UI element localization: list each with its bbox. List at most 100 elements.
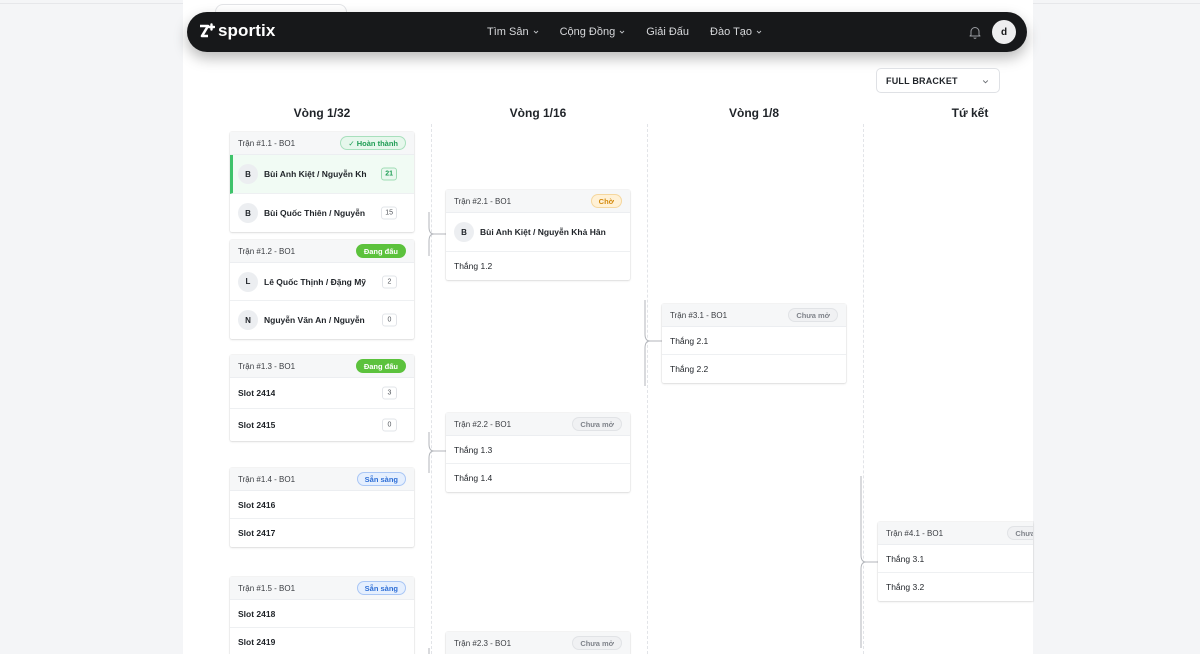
- match-card[interactable]: Trận #2.1 - BO1 Chờ B Bùi Anh Kiệt / Ngu…: [446, 190, 630, 280]
- match-header: Trận #3.1 - BO1 Chưa mở: [662, 304, 846, 327]
- match-card[interactable]: Trận #2.2 - BO1 Chưa mở Thắng 1.3 Thắng …: [446, 413, 630, 492]
- bracket-connector: [428, 648, 430, 654]
- slot-name: Thắng 2.1: [670, 335, 709, 346]
- match-card[interactable]: Trận #2.3 - BO1 Chưa mở: [446, 632, 630, 654]
- match-code: Trận #1.2 - BO1: [238, 246, 296, 256]
- bracket-connector: [428, 432, 446, 473]
- match-header: Trận #1.5 - BO1 Sẵn sàng: [230, 577, 414, 600]
- slot-name: Thắng 1.3: [454, 444, 493, 455]
- player-slot[interactable]: Slot 2415 0: [230, 409, 414, 441]
- slot-name: Slot 2419: [238, 637, 276, 647]
- player-slot[interactable]: Thắng 3.1: [878, 545, 1033, 573]
- match-card[interactable]: Trận #1.1 - BO1 ✓ Hoàn thành B Bùi Anh K…: [230, 132, 414, 232]
- sportix-logo-icon: [200, 23, 215, 38]
- status-badge: Chưa mở: [572, 636, 622, 650]
- match-code: Trận #2.2 - BO1: [454, 419, 512, 429]
- bracket-view-select[interactable]: FULL BRACKET: [876, 68, 1000, 93]
- nav-item-label: Giải Đấu: [646, 26, 690, 38]
- player-slot[interactable]: Slot 2418: [230, 600, 414, 628]
- main-nav: Tìm Sân Cộng Đồng Giải Đấu Đào Tạo: [487, 12, 762, 52]
- slot-name: Slot 2415: [238, 420, 276, 430]
- match-header: Trận #1.1 - BO1 ✓ Hoàn thành: [230, 132, 414, 155]
- nav-item-tim-san[interactable]: Tìm Sân: [487, 26, 539, 38]
- slot-name: Slot 2416: [238, 499, 276, 510]
- player-avatar: N: [238, 310, 258, 330]
- column-divider: [647, 124, 648, 654]
- player-slot[interactable]: Slot 2414 3: [230, 378, 414, 409]
- match-card[interactable]: Trận #1.2 - BO1 Đang đấu L Lê Quốc Thịnh…: [230, 240, 414, 339]
- nav-item-dao-tao[interactable]: Đào Tạo: [710, 26, 762, 38]
- player-name: Nguyễn Văn An / Nguyễn: [264, 315, 365, 325]
- slot-name: Thắng 1.4: [454, 473, 493, 483]
- slot-name: Thắng 3.1: [886, 553, 925, 564]
- column-divider: [431, 124, 432, 654]
- player-name: Lê Quốc Thịnh / Đặng Mỹ: [264, 276, 366, 287]
- bell-icon[interactable]: [967, 24, 983, 40]
- match-code: Trận #3.1 - BO1: [670, 310, 728, 320]
- status-badge: ✓ Hoàn thành: [340, 136, 406, 150]
- slot-name: Thắng 3.2: [886, 582, 925, 592]
- brand-logo[interactable]: sportix: [199, 21, 275, 41]
- player-name: Bùi Anh Kiệt / Nguyễn Khả Hân: [480, 227, 606, 237]
- match-card[interactable]: Trận #3.1 - BO1 Chưa mở Thắng 2.1 Thắng …: [662, 304, 846, 383]
- match-header: Trận #1.4 - BO1 Sẵn sàng: [230, 468, 414, 491]
- player-slot[interactable]: Slot 2419: [230, 628, 414, 654]
- player-avatar: L: [238, 271, 258, 292]
- nav-item-cong-dong[interactable]: Cộng Đồng: [560, 26, 626, 38]
- player-slot[interactable]: Thắng 2.2: [662, 355, 846, 383]
- chevron-down-icon: [619, 30, 625, 34]
- nav-item-label: Tìm Sân: [487, 26, 529, 38]
- slot-name: Slot 2418: [238, 608, 276, 619]
- brand-name: sportix: [218, 21, 276, 40]
- match-code: Trận #4.1 - BO1: [886, 528, 944, 538]
- player-slot[interactable]: B Bùi Anh Kiệt / Nguyễn Khả Hân: [446, 213, 630, 252]
- slot-name: Slot 2414: [238, 388, 276, 398]
- status-badge: Đang đấu: [355, 244, 406, 258]
- player-slot[interactable]: Slot 2416: [230, 491, 414, 519]
- player-name: Bùi Anh Kiệt / Nguyễn Kh: [264, 169, 367, 179]
- match-code: Trận #1.1 - BO1: [238, 138, 296, 148]
- match-code: Trận #1.3 - BO1: [238, 361, 296, 371]
- slot-name: Thắng 1.2: [454, 261, 493, 271]
- player-slot[interactable]: Thắng 2.1: [662, 327, 846, 355]
- match-header: Trận #1.3 - BO1 Đang đấu: [230, 355, 414, 378]
- chevron-down-icon: [533, 30, 538, 34]
- match-card[interactable]: Trận #1.5 - BO1 Sẵn sàng Slot 2418 Slot …: [230, 577, 414, 654]
- match-card[interactable]: Trận #4.1 - BO1 Chưa mở Thắng 3.1 Thắng …: [878, 522, 1033, 601]
- chevron-down-icon: [982, 80, 989, 84]
- round-title-1-16: Vòng 1/16: [509, 106, 567, 120]
- player-slot[interactable]: Slot 2417: [230, 519, 414, 547]
- status-badge: Chưa mở: [1007, 526, 1033, 540]
- nav-item-giai-dau[interactable]: Giải Đấu: [646, 26, 689, 38]
- player-avatar: B: [238, 203, 258, 223]
- player-slot[interactable]: Thắng 1.2: [446, 252, 630, 280]
- score-box: 21: [381, 167, 397, 181]
- score-box: 0: [382, 313, 397, 327]
- navbar: sportix Tìm Sân Cộng Đồng Giải Đấu Đào T…: [187, 12, 1027, 52]
- status-badge: Đang đấu: [355, 359, 406, 373]
- player-slot[interactable]: Thắng 1.3: [446, 436, 630, 464]
- match-card[interactable]: Trận #1.4 - BO1 Sẵn sàng Slot 2416 Slot …: [230, 468, 414, 547]
- match-code: Trận #1.5 - BO1: [238, 583, 296, 593]
- player-avatar: B: [238, 164, 258, 184]
- score-box: 0: [382, 418, 397, 432]
- status-badge: Sẵn sàng: [356, 472, 406, 486]
- player-slot[interactable]: Thắng 3.2: [878, 573, 1033, 601]
- user-avatar[interactable]: d: [992, 20, 1016, 44]
- score-box: 15: [381, 206, 397, 220]
- player-slot[interactable]: Thắng 1.4: [446, 464, 630, 492]
- score-box: 2: [382, 275, 397, 288]
- player-slot[interactable]: N Nguyễn Văn An / Nguyễn 0: [230, 301, 414, 339]
- round-title-1-32: Vòng 1/32: [293, 106, 351, 120]
- round-title-1-8: Vòng 1/8: [728, 106, 779, 120]
- round-title-quarterfinal: Tứ kết: [951, 106, 989, 120]
- player-slot[interactable]: L Lê Quốc Thịnh / Đặng Mỹ 2: [230, 263, 414, 301]
- match-header: Trận #4.1 - BO1 Chưa mở: [878, 522, 1033, 545]
- player-slot[interactable]: B Bùi Anh Kiệt / Nguyễn Kh 21: [230, 155, 414, 194]
- player-slot[interactable]: B Bùi Quốc Thiên / Nguyễn 15: [230, 194, 414, 232]
- match-header: Trận #1.2 - BO1 Đang đấu: [230, 240, 414, 263]
- status-badge: Sẵn sàng: [356, 581, 406, 595]
- match-card[interactable]: Trận #1.3 - BO1 Đang đấu Slot 2414 3 Slo…: [230, 355, 414, 441]
- status-badge: Chưa mở: [572, 417, 622, 431]
- slot-name: Thắng 2.2: [670, 364, 709, 374]
